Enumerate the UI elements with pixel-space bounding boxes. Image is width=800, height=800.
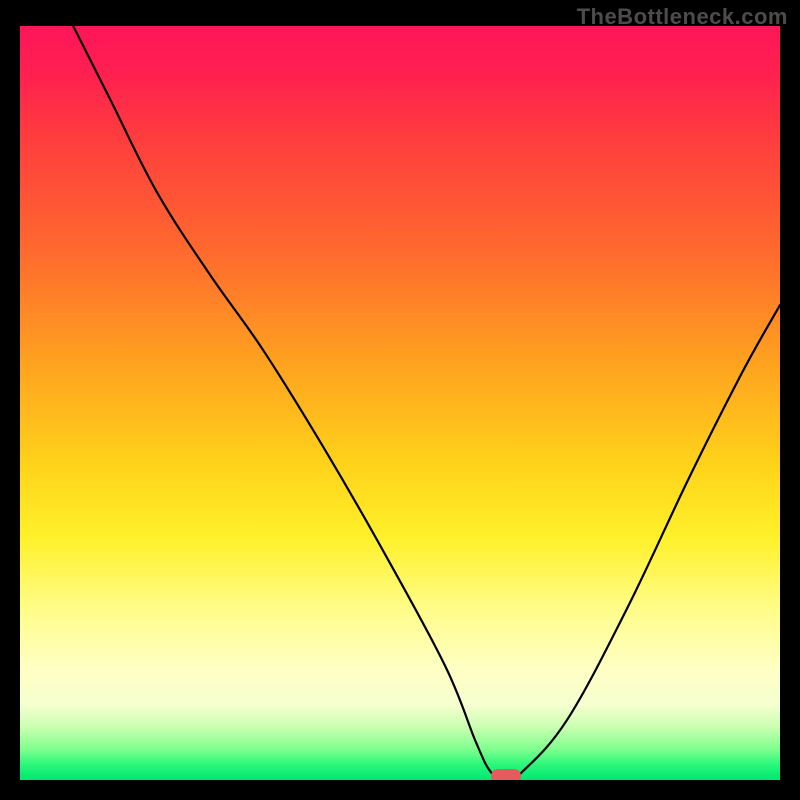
watermark-text: TheBottleneck.com bbox=[577, 4, 788, 30]
chart-frame: TheBottleneck.com bbox=[0, 0, 800, 800]
bottleneck-curve bbox=[20, 26, 780, 780]
plot-area bbox=[20, 26, 780, 780]
optimum-marker bbox=[491, 769, 521, 780]
